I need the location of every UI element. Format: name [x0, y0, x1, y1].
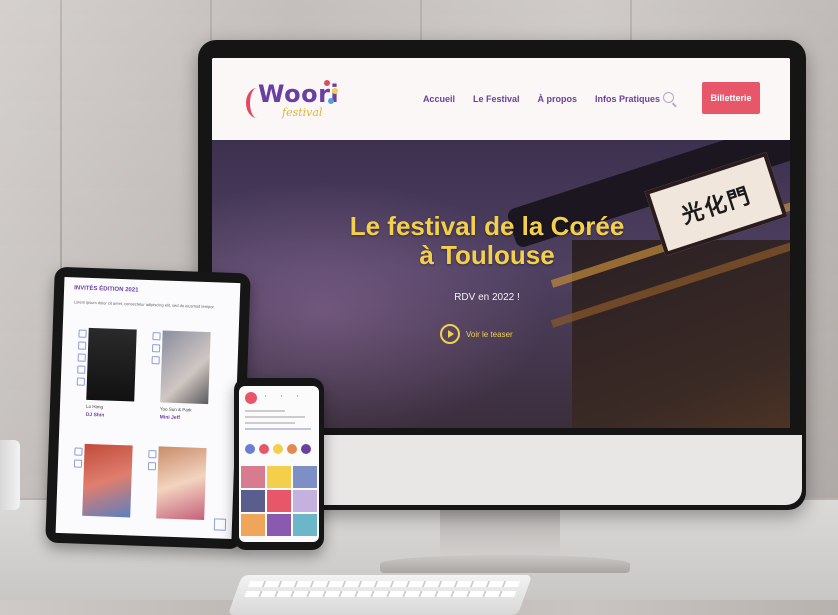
post-thumbnail[interactable] — [293, 466, 317, 488]
bio-line — [245, 410, 285, 412]
social-icon[interactable] — [76, 377, 86, 386]
post-thumbnail[interactable] — [267, 490, 291, 512]
nav-le-festival[interactable]: Le Festival — [473, 94, 520, 104]
post-thumbnail[interactable] — [293, 490, 317, 512]
story-highlight[interactable] — [245, 444, 255, 454]
artist-photo[interactable] — [156, 446, 207, 521]
play-icon[interactable] — [440, 324, 460, 344]
story-highlight[interactable] — [273, 444, 283, 454]
smartphone-device: ▪ ▪ ▪ — [234, 378, 324, 550]
artist-photo[interactable] — [160, 330, 211, 405]
social-icon[interactable] — [148, 450, 157, 459]
keyboard — [227, 575, 533, 615]
phone-stat: ▪ — [265, 394, 267, 398]
artist-photo[interactable] — [82, 443, 133, 518]
tablet-device: INVITÉS ÉDITION 2021 Lorem ipsum dolor s… — [45, 266, 251, 550]
tablet-section-title: INVITÉS ÉDITION 2021 — [74, 285, 139, 294]
post-thumbnail[interactable] — [293, 514, 317, 536]
social-icon[interactable] — [77, 341, 87, 350]
phone-stat: ▪ — [297, 394, 299, 398]
social-icon[interactable] — [77, 353, 86, 362]
story-highlight[interactable] — [301, 444, 311, 454]
monitor-screen: Woori festival Accueil Le Festival À pro… — [212, 58, 790, 428]
logo-subtext: festival — [282, 106, 323, 119]
search-icon[interactable] — [663, 92, 674, 103]
social-icon[interactable] — [151, 344, 161, 353]
site-header: Woori festival Accueil Le Festival À pro… — [212, 58, 790, 140]
artist-name[interactable]: Mini Jeff — [160, 414, 180, 421]
trailer-label[interactable]: Voir le teaser — [466, 330, 513, 339]
tablet-screen: INVITÉS ÉDITION 2021 Lorem ipsum dolor s… — [55, 277, 241, 539]
social-icon[interactable] — [78, 329, 87, 338]
artist-name[interactable]: DJ Shin — [86, 412, 105, 419]
artist-label: Lo Hang — [85, 403, 104, 410]
tablet-side-icons — [65, 277, 241, 471]
main-nav: Accueil Le Festival À propos Infos Prati… — [423, 94, 660, 104]
social-icon[interactable] — [73, 459, 83, 468]
monitor-stand-base — [380, 555, 630, 573]
hero-title-line2: à Toulouse — [419, 240, 555, 270]
bio-line — [245, 428, 311, 430]
social-icon[interactable] — [77, 365, 86, 374]
social-icon[interactable] — [147, 462, 157, 471]
post-thumbnail[interactable] — [241, 514, 265, 536]
phone-screen: ▪ ▪ ▪ — [239, 386, 319, 542]
key-row — [247, 581, 521, 587]
artist-label: Yoo Sun & Park — [159, 406, 192, 413]
woori-logo[interactable]: Woori festival — [246, 78, 339, 124]
post-thumbnail[interactable] — [267, 514, 291, 536]
tablet-intro-text: Lorem ipsum dolor sit amet, consectetur … — [73, 299, 215, 310]
key-row — [244, 591, 517, 597]
trailer-link[interactable]: Voir le teaser — [440, 324, 513, 344]
nav-infos-pratiques[interactable]: Infos Pratiques — [595, 94, 660, 104]
nav-accueil[interactable]: Accueil — [423, 94, 455, 104]
bio-line — [245, 422, 295, 424]
social-icon[interactable] — [151, 356, 160, 365]
bio-line — [245, 416, 305, 418]
hero-title: Le festival de la Corée à Toulouse — [342, 212, 632, 270]
nav-a-propos[interactable]: À propos — [537, 94, 577, 104]
post-thumbnail[interactable] — [241, 466, 265, 488]
hero-subtitle: RDV en 2022 ! — [454, 292, 520, 303]
ticket-button[interactable]: Billetterie — [702, 82, 760, 114]
scroll-top-icon[interactable] — [213, 518, 227, 531]
social-icon[interactable] — [152, 332, 161, 341]
mug — [0, 440, 20, 510]
phone-stat: ▪ — [281, 394, 283, 398]
artist-photo[interactable] — [86, 327, 137, 402]
story-highlight[interactable] — [259, 444, 269, 454]
post-thumbnail[interactable] — [241, 490, 265, 512]
post-thumbnail[interactable] — [267, 466, 291, 488]
story-highlight[interactable] — [287, 444, 297, 454]
profile-avatar[interactable] — [245, 392, 257, 404]
social-icon[interactable] — [74, 447, 83, 456]
hero-title-line1: Le festival de la Corée — [349, 211, 625, 241]
palace-gate-image: 光化門 — [505, 140, 790, 428]
